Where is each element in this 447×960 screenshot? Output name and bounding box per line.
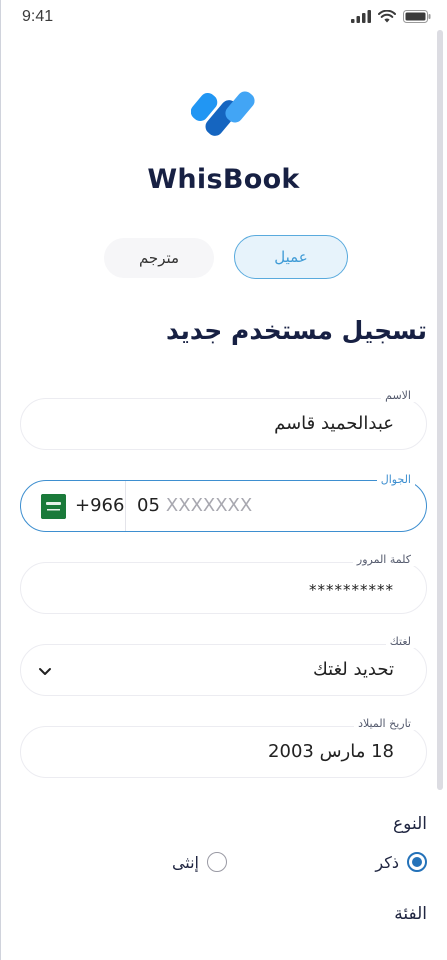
birthdate-label: تاريخ الميلاد: [354, 717, 415, 730]
language-value: تحديد لغتك: [312, 659, 394, 680]
phone-prefix: 05: [137, 495, 160, 516]
whisbook-logo-icon: [191, 91, 255, 136]
status-time: 9:41: [22, 8, 54, 25]
battery-icon: [403, 10, 431, 23]
language-select[interactable]: تحديد لغتك: [20, 644, 427, 696]
tab-client[interactable]: عميل: [234, 235, 348, 279]
scrollbar-thumb[interactable]: [437, 30, 443, 790]
window-edge: [0, 0, 1, 960]
gender-male-label: ذكر: [375, 852, 399, 872]
phone-field[interactable]: +966 05 XXXXXXX: [20, 480, 427, 532]
gender-female-label: إنثى: [171, 852, 199, 872]
page-title: تسجيل مستخدم جديد: [166, 316, 427, 345]
gender-male-radio[interactable]: ذكر: [375, 852, 427, 872]
phone-label: الجوال: [376, 473, 415, 486]
app-screen: 9:41 WhisBook مترجم عميل تسجيل مستخدم جد…: [0, 0, 447, 960]
password-value: **********: [309, 581, 394, 599]
language-label: لغتك: [385, 635, 415, 648]
chevron-down-icon: [39, 668, 51, 675]
gender-label: النوع: [393, 814, 427, 834]
password-label: كلمة المرور: [352, 553, 415, 566]
birthdate-field[interactable]: 18 مارس 2003: [20, 726, 427, 778]
status-icons: [351, 10, 431, 23]
gender-female-radio[interactable]: إنثى: [172, 852, 227, 872]
category-label: الفئة: [394, 904, 427, 924]
brand-name: WhisBook: [147, 164, 300, 195]
status-bar: 9:41: [0, 0, 447, 36]
phone-divider: [125, 481, 126, 531]
password-field[interactable]: **********: [20, 562, 427, 614]
phone-input[interactable]: 05 XXXXXXX: [137, 495, 397, 516]
wifi-icon: [378, 10, 396, 23]
phone-placeholder: XXXXXXX: [165, 495, 253, 516]
name-value: عبدالحميد قاسم: [274, 413, 394, 434]
tab-translator[interactable]: مترجم: [104, 238, 214, 278]
radio-selected-icon: [407, 852, 427, 872]
country-code[interactable]: +966: [75, 495, 124, 516]
radio-unselected-icon: [207, 852, 227, 872]
gender-options: ذكر إنثى: [27, 852, 427, 878]
saudi-flag-icon: [41, 494, 66, 519]
birthdate-value: 18 مارس 2003: [268, 741, 394, 762]
name-field[interactable]: عبدالحميد قاسم: [20, 398, 427, 450]
scrollbar[interactable]: [437, 30, 443, 790]
signal-icon: [351, 10, 371, 23]
name-label: الاسم: [381, 389, 415, 402]
